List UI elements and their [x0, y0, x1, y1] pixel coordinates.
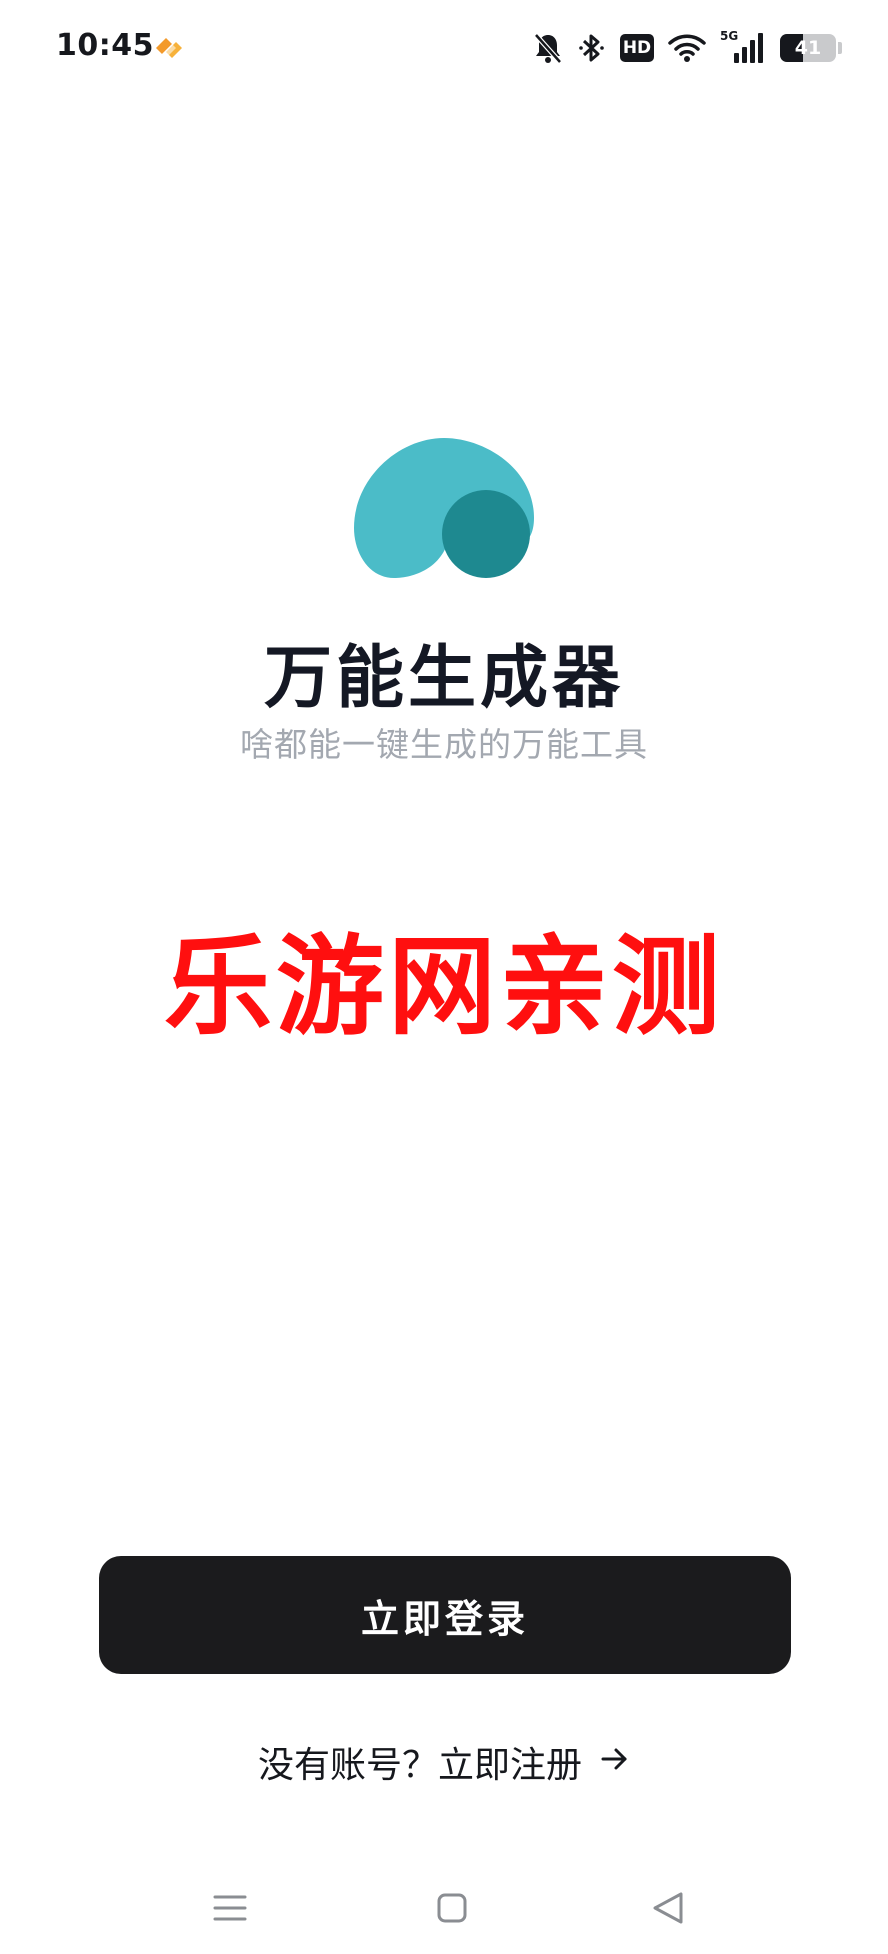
signal-icon: 5G [720, 29, 766, 65]
hd-icon: HD [620, 34, 654, 62]
register-link[interactable]: 没有账号？立即注册 [0, 1736, 888, 1788]
battery-icon: 41 [780, 34, 836, 62]
battery-cap [838, 42, 842, 54]
register-link-label: 没有账号？立即注册 [257, 1745, 582, 1786]
status-bar: 10:45 HD 5G 41 [0, 0, 888, 100]
wifi-icon [668, 33, 706, 63]
back-icon[interactable] [644, 1884, 692, 1932]
status-icons: HD 5G 41 [532, 26, 842, 70]
bluetooth-icon [578, 31, 606, 65]
mute-icon [532, 31, 564, 65]
arrow-right-icon [600, 1742, 630, 1783]
navigation-bar [0, 1860, 888, 1954]
watermark-text: 乐游网亲测 [163, 925, 724, 1050]
app-subtitle: 啥都能一键生成的万能工具 [240, 725, 648, 764]
status-time: 10:45 [56, 28, 154, 63]
battery-level: 41 [794, 37, 822, 59]
app-logo [354, 438, 534, 578]
login-button[interactable]: 立即登录 [99, 1556, 791, 1674]
menu-icon[interactable] [206, 1884, 254, 1932]
home-icon[interactable] [428, 1884, 476, 1932]
app-notification-icon [152, 34, 186, 64]
app-title: 万能生成器 [263, 639, 624, 718]
